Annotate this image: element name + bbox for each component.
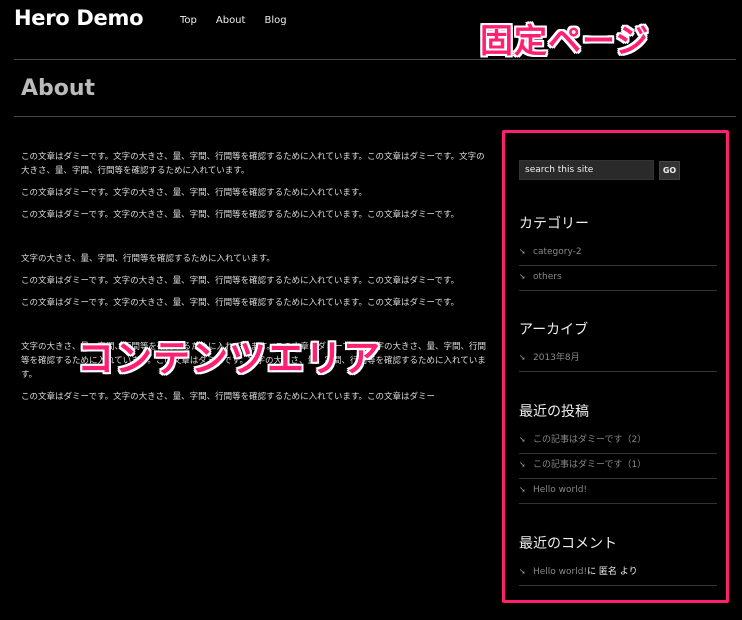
widget-categories: カテゴリー ➘ category-2 ➘ others — [519, 213, 717, 291]
comment-author-text: に 匿名 より — [587, 567, 638, 577]
list-item[interactable]: ➘ この記事はダミーです（1） — [519, 454, 717, 479]
category-link[interactable]: category-2 — [533, 242, 582, 262]
list-item[interactable]: ➘ Hello world! — [519, 479, 717, 504]
arrow-down-right-icon: ➘ — [519, 567, 526, 576]
annotation-content-area: コンテンツエリア — [77, 337, 381, 380]
arrow-down-right-icon: ➘ — [519, 435, 526, 444]
header-divider — [14, 59, 736, 60]
arrow-down-right-icon: ➘ — [519, 353, 526, 362]
search-form: GO — [519, 160, 680, 180]
arrow-down-right-icon: ➘ — [519, 485, 526, 494]
widget-title-archives: アーカイブ — [519, 322, 589, 338]
content-paragraph: この文章はダミーです。文字の大きさ、量、字間、行間等を確認するために入れています… — [21, 152, 485, 176]
content-paragraph: この文章はダミーです。文字の大きさ、量、字間、行間等を確認するために入れています… — [21, 188, 368, 198]
annotation-fixed-page: 固定ページ — [480, 21, 650, 60]
widget-title-recent-posts: 最近の投稿 — [519, 404, 589, 420]
search-input[interactable] — [519, 160, 654, 180]
content-paragraph: この文章はダミーです。文字の大きさ、量、字間、行間等を確認するために入れています… — [21, 298, 460, 308]
widget-recent-posts: 最近の投稿 ➘ この記事はダミーです（2） ➘ この記事はダミーです（1） ➘ Hel… — [519, 401, 717, 504]
widget-recent-comments: 最近のコメント ➘ Hello world! に 匿名 より — [519, 533, 717, 586]
widget-title-categories: カテゴリー — [519, 216, 589, 232]
post-link[interactable]: Hello world! — [533, 480, 587, 500]
archive-link[interactable]: 2013年8月 — [533, 348, 580, 368]
comment-post-link[interactable]: Hello world! — [533, 562, 587, 582]
content-paragraph: この文章はダミーです。文字の大きさ、量、字間、行間等を確認するために入れています… — [21, 392, 436, 402]
list-item[interactable]: ➘ 2013年8月 — [519, 347, 717, 372]
list-item[interactable]: ➘ この記事はダミーです（2） — [519, 429, 717, 454]
widget-archives: アーカイブ ➘ 2013年8月 — [519, 319, 717, 372]
category-link[interactable]: others — [533, 267, 562, 287]
nav-item-about[interactable]: About — [216, 15, 246, 26]
list-item: ➘ Hello world! に 匿名 より — [519, 561, 717, 586]
title-divider — [14, 116, 736, 117]
widget-title-recent-comments: 最近のコメント — [519, 536, 617, 552]
site-title[interactable]: Hero Demo — [14, 6, 144, 30]
arrow-down-right-icon: ➘ — [519, 460, 526, 469]
list-item[interactable]: ➘ others — [519, 266, 717, 291]
content-paragraph: この文章はダミーです。文字の大きさ、量、字間、行間等を確認するために入れています… — [21, 276, 460, 286]
search-go-button[interactable]: GO — [659, 160, 680, 180]
list-item[interactable]: ➘ category-2 — [519, 241, 717, 266]
post-link[interactable]: この記事はダミーです（2） — [533, 430, 646, 450]
arrow-down-right-icon: ➘ — [519, 272, 526, 281]
content-paragraph: 文字の大きさ、量、字間、行間等を確認するために入れています。 — [21, 254, 275, 264]
page-title: About — [21, 76, 96, 101]
arrow-down-right-icon: ➘ — [519, 247, 526, 256]
content-paragraph: この文章はダミーです。文字の大きさ、量、字間、行間等を確認するために入れています… — [21, 210, 460, 220]
main-nav: Top About Blog — [180, 15, 306, 26]
post-link[interactable]: この記事はダミーです（1） — [533, 455, 646, 475]
nav-item-blog[interactable]: Blog — [264, 15, 286, 26]
nav-item-top[interactable]: Top — [180, 15, 197, 26]
